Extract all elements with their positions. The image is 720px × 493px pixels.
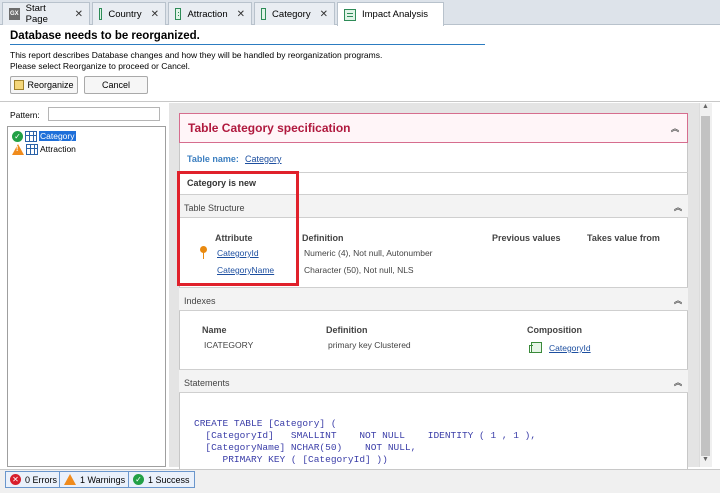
- highlight-box: [177, 171, 299, 286]
- column-header-takes-value-from: Takes value from: [587, 233, 660, 243]
- index-name: ICATEGORY: [204, 340, 254, 350]
- code-line: CREATE TABLE [Category] (: [194, 418, 337, 429]
- section-statements: [179, 369, 688, 393]
- warning-icon: !: [12, 143, 24, 155]
- section-label: Statements: [184, 378, 230, 388]
- gx-icon: GX: [9, 8, 20, 20]
- collapse-icon[interactable]: ︽: [674, 377, 682, 388]
- tab-country[interactable]: Country ✕: [92, 2, 166, 25]
- collapse-icon[interactable]: ︽: [674, 295, 682, 306]
- page-title: Database needs to be reorganized.: [10, 30, 200, 42]
- pattern-input[interactable]: [48, 107, 160, 121]
- close-icon[interactable]: ✕: [320, 9, 328, 20]
- reorganize-label: Reorganize: [27, 80, 74, 90]
- composition-icon: [529, 342, 542, 353]
- transaction-icon: [175, 8, 182, 20]
- attribute-definition: Character (50), Not null, NLS: [304, 265, 414, 275]
- close-icon[interactable]: ✕: [75, 9, 83, 20]
- tab-label: Attraction: [187, 8, 228, 20]
- table-icon: [26, 143, 38, 155]
- section-label: Indexes: [184, 296, 216, 306]
- tab-label: Category: [272, 8, 311, 20]
- close-icon[interactable]: ✕: [237, 9, 245, 20]
- transaction-icon: [99, 8, 103, 20]
- section-indexes: [179, 287, 688, 311]
- impact-analysis-icon: [344, 8, 356, 21]
- tab-start-page[interactable]: GX Start Page ✕: [2, 2, 90, 25]
- divider: [0, 101, 720, 102]
- code-line: [CategoryId] SMALLINT NOT NULL IDENTITY …: [194, 430, 537, 441]
- index-definition: primary key Clustered: [328, 340, 411, 350]
- table-name-label: Table name:: [187, 154, 239, 164]
- column-header-definition: Definition: [302, 233, 344, 243]
- pattern-label: Pattern:: [10, 110, 40, 120]
- errors-count: 0 Errors: [25, 474, 58, 485]
- reorganize-icon: [14, 80, 25, 90]
- attribute-definition: Numeric (4), Not null, Autonumber: [304, 248, 433, 258]
- success-icon: ✓: [12, 130, 23, 142]
- description-line-2: Please select Reorganize to proceed or C…: [10, 61, 191, 71]
- title-underline: [10, 44, 485, 45]
- error-icon: ✕: [10, 474, 21, 485]
- tab-label: Start Page: [25, 3, 48, 25]
- warnings-filter-button[interactable]: 1 Warnings: [59, 471, 131, 488]
- tab-label: Impact Analysis: [362, 9, 428, 20]
- success-icon: ✓: [133, 474, 144, 485]
- column-header-composition: Composition: [527, 325, 582, 335]
- close-icon[interactable]: ✕: [151, 9, 159, 20]
- transaction-icon: [261, 8, 267, 20]
- tree-item-label: Category: [39, 131, 76, 141]
- composition-link[interactable]: CategoryId: [549, 343, 591, 353]
- report-title: Table Category specification: [188, 121, 351, 135]
- warning-icon: [64, 474, 76, 485]
- tab-attraction[interactable]: Attraction ✕: [168, 2, 252, 25]
- warnings-count: 1 Warnings: [80, 474, 126, 485]
- success-count: 1 Success: [148, 474, 190, 485]
- errors-filter-button[interactable]: ✕ 0 Errors: [5, 471, 63, 488]
- code-line: [CategoryName] NCHAR(50) NOT NULL,: [194, 442, 417, 453]
- column-header-name: Name: [202, 325, 227, 335]
- tab-bar: GX Start Page ✕ Country ✕ Attraction ✕ C…: [0, 0, 720, 26]
- object-tree[interactable]: ✓ Category ! Attraction: [7, 126, 166, 467]
- tree-item-label: Attraction: [40, 144, 76, 154]
- scroll-down-icon[interactable]: ▼: [699, 456, 712, 467]
- scrollbar-thumb[interactable]: [701, 116, 710, 456]
- column-header-definition: Definition: [326, 325, 368, 335]
- collapse-icon[interactable]: ︽: [671, 123, 679, 134]
- cancel-label: Cancel: [101, 80, 130, 90]
- column-header-previous-values: Previous values: [492, 233, 561, 243]
- scroll-up-icon[interactable]: ▲: [699, 103, 712, 115]
- success-filter-button[interactable]: ✓ 1 Success: [128, 471, 195, 488]
- table-icon: [25, 130, 37, 142]
- reorganize-button[interactable]: Reorganize: [10, 76, 78, 94]
- tree-item-attraction[interactable]: ! Attraction: [12, 143, 76, 155]
- collapse-icon[interactable]: ︽: [674, 202, 682, 213]
- table-name-link[interactable]: Category: [245, 154, 282, 164]
- description-line-1: This report describes Database changes a…: [10, 50, 383, 60]
- tab-impact-analysis[interactable]: Impact Analysis: [337, 2, 444, 26]
- tree-item-category[interactable]: ✓ Category: [12, 130, 76, 142]
- tab-label: Country: [108, 8, 142, 20]
- code-line: PRIMARY KEY ( [CategoryId] )): [194, 454, 388, 465]
- cancel-button[interactable]: Cancel: [84, 76, 148, 94]
- tab-category[interactable]: Category ✕: [254, 2, 335, 25]
